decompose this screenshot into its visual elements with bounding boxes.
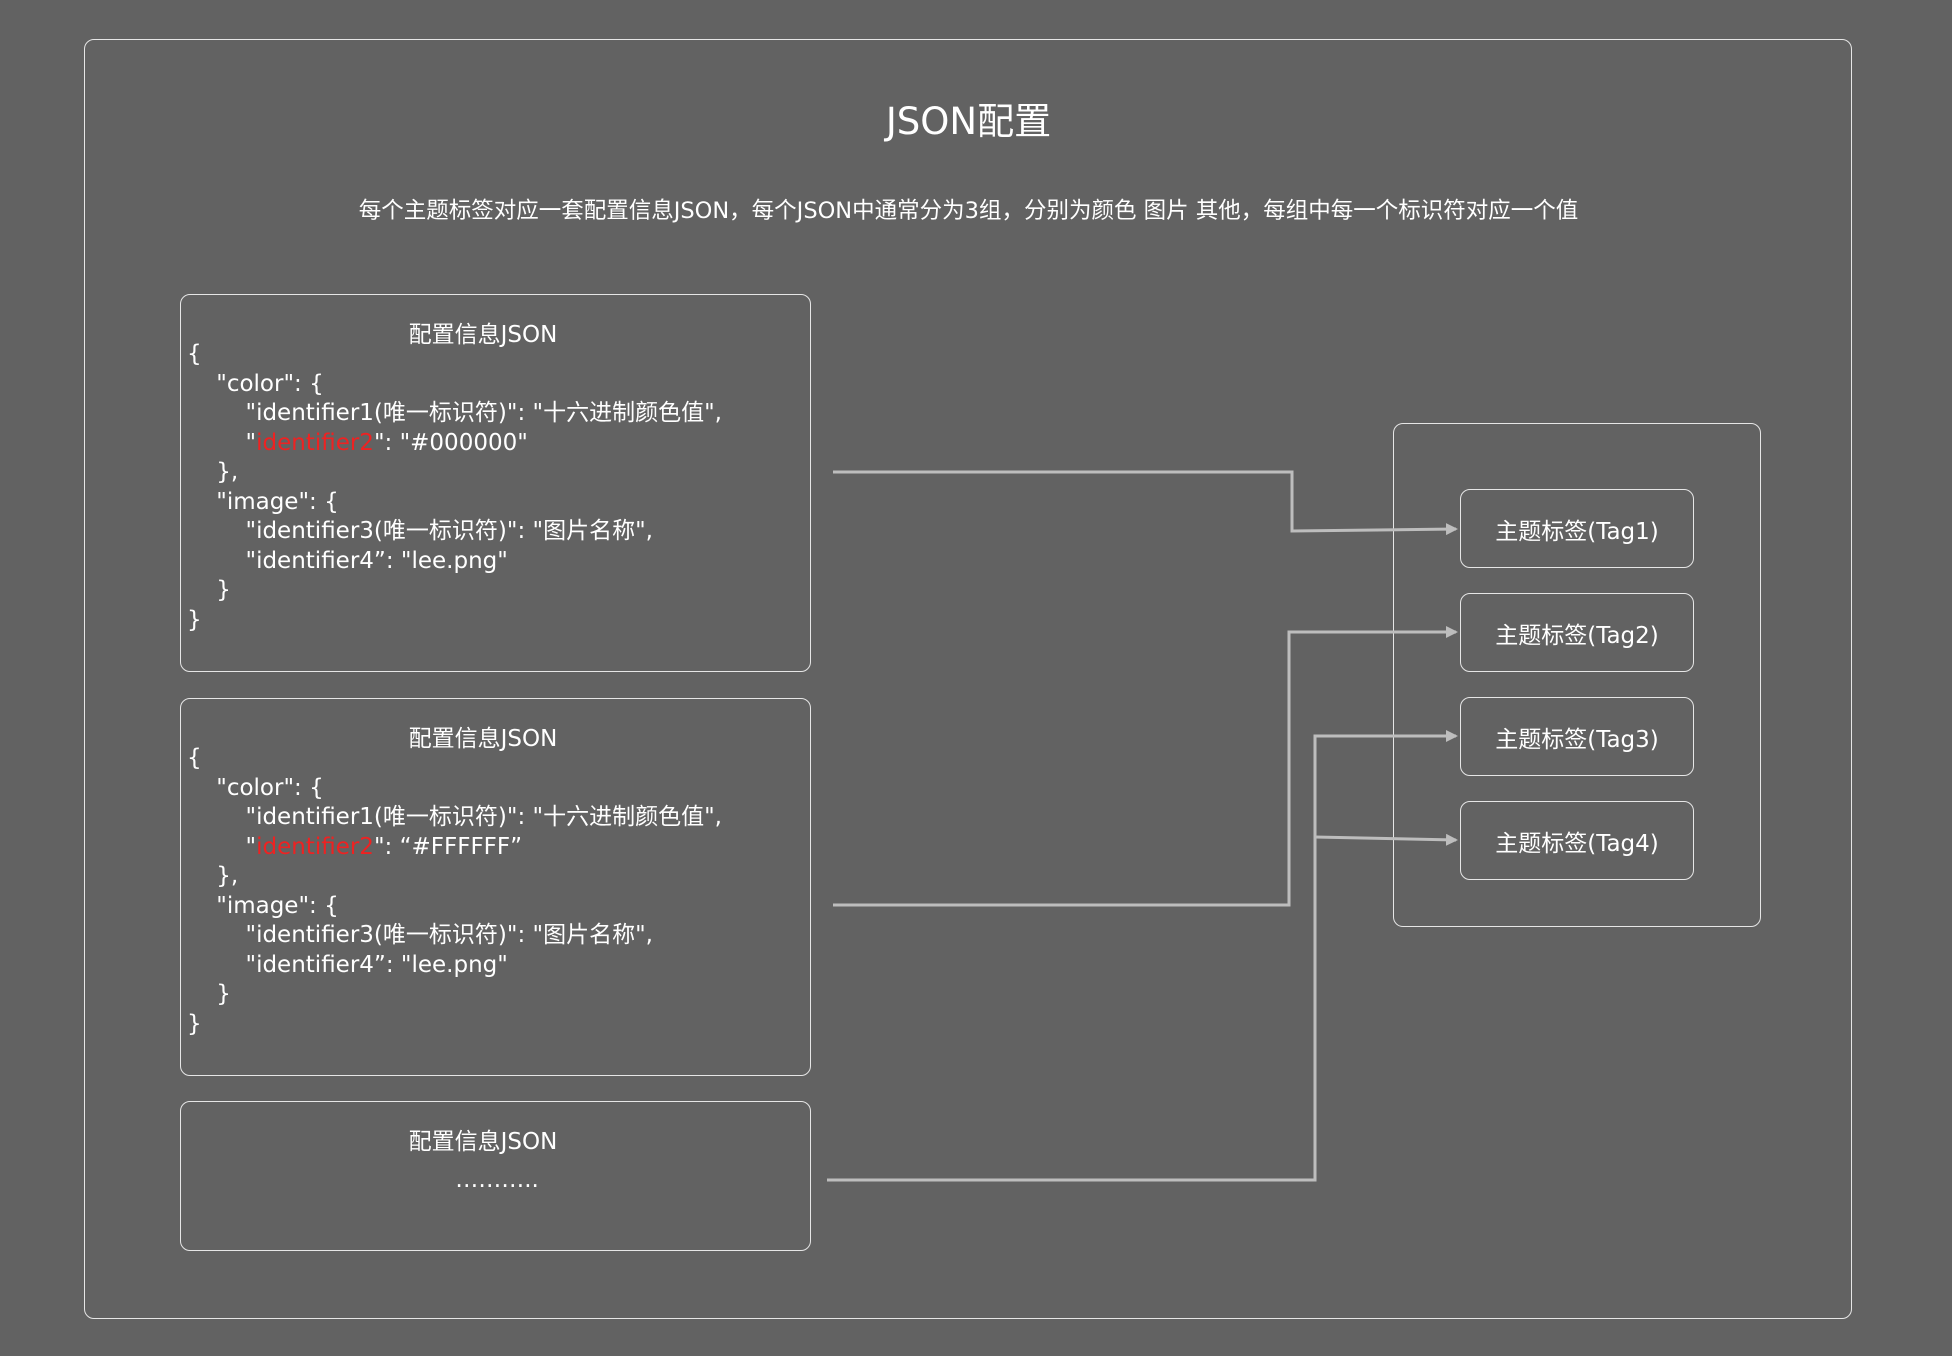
code-line: "color": { xyxy=(187,774,324,801)
theme-tag-2: 主题标签(Tag2) xyxy=(1460,593,1694,672)
diagram-title: JSON配置 xyxy=(885,100,1052,143)
highlighted-identifier: identifier2 xyxy=(256,429,374,456)
code-line: } xyxy=(187,577,231,603)
diagram-subtitle: 每个主题标签对应一套配置信息JSON，每个JSON中通常分为3组，分别为颜色 图… xyxy=(358,198,1579,224)
config-json-box-2: 配置信息JSON { "color": { "identifier1(唯一标识符… xyxy=(180,698,811,1076)
config-json-code: { "color": { "identifier1(唯一标识符)": "十六进制… xyxy=(187,340,722,635)
code-line: "identifier4”: "lee.png" xyxy=(187,547,508,574)
code-line: "identifier3(唯一标识符)": "图片名称", xyxy=(187,518,653,544)
code-line: "image": { xyxy=(187,488,339,515)
config-json-title: 配置信息JSON xyxy=(408,1129,558,1155)
highlighted-identifier: identifier2 xyxy=(256,833,374,860)
code-line: } xyxy=(187,981,231,1007)
code-line-suffix: ": "#000000" xyxy=(373,429,528,456)
code-line: { xyxy=(187,341,202,367)
config-json-code: { "color": { "identifier1(唯一标识符)": "十六进制… xyxy=(187,744,722,1039)
code-line: } xyxy=(187,1010,202,1037)
code-line-suffix: ": “#FFFFFF” xyxy=(373,833,523,860)
theme-tag-1: 主题标签(Tag1) xyxy=(1460,489,1694,568)
code-line: "identifier1(唯一标识符)": "十六进制颜色值", xyxy=(187,400,722,426)
code-line-prefix: " xyxy=(187,429,257,456)
config-json-box-1: 配置信息JSON { "color": { "identifier1(唯一标识符… xyxy=(180,294,811,672)
code-line: }, xyxy=(187,863,239,889)
code-line: }, xyxy=(187,459,239,485)
code-line: "identifier3(唯一标识符)": "图片名称", xyxy=(187,922,653,948)
code-line: "image": { xyxy=(187,892,339,919)
code-line: "color": { xyxy=(187,370,324,397)
code-line: { xyxy=(187,745,202,771)
code-line: "identifier4”: "lee.png" xyxy=(187,951,508,978)
ellipsis-text: ……….. xyxy=(455,1167,539,1193)
theme-tag-4: 主题标签(Tag4) xyxy=(1460,801,1694,880)
code-line-prefix: " xyxy=(187,833,257,860)
config-json-box-3: 配置信息JSON ……….. xyxy=(180,1101,811,1251)
code-line: "identifier1(唯一标识符)": "十六进制颜色值", xyxy=(187,804,722,830)
code-line: } xyxy=(187,606,202,633)
theme-tag-3: 主题标签(Tag3) xyxy=(1460,697,1694,776)
